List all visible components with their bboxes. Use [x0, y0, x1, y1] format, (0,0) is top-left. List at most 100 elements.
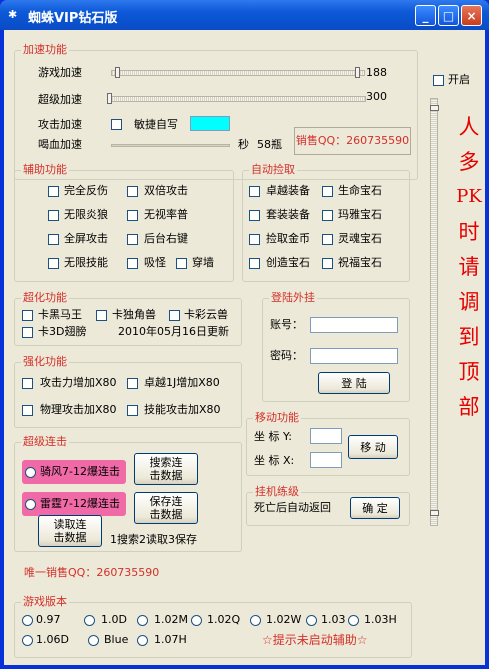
drink-value: 58瓶: [257, 138, 282, 151]
super-checkbox-3[interactable]: [169, 310, 180, 321]
sales-qq-only: 唯一销售QQ：260735590: [24, 566, 160, 579]
pickup-checkbox-2[interactable]: [322, 186, 333, 197]
assist-checkbox-6[interactable]: [127, 234, 138, 245]
sales-qq-text: 销售QQ：260735590: [295, 134, 410, 147]
pickup-checkbox-4[interactable]: [322, 210, 333, 221]
vertical-slider-thumb[interactable]: [430, 105, 439, 111]
assist-checkbox-7[interactable]: [48, 258, 59, 269]
version-label-9: Blue: [104, 633, 129, 646]
afk-confirm-button[interactable]: 确 定: [350, 497, 400, 519]
super-checkbox-2[interactable]: [96, 310, 107, 321]
enhance-title: 强化功能: [21, 355, 69, 369]
notice-char-7: 到: [458, 325, 480, 349]
super-speed-thumb[interactable]: [107, 93, 112, 104]
combo-radio-2[interactable]: [25, 499, 36, 510]
coord-x-input[interactable]: [310, 452, 342, 468]
assist-checkbox-5[interactable]: [48, 234, 59, 245]
pickup-checkbox-8[interactable]: [322, 258, 333, 269]
drink-speed-slider[interactable]: [111, 144, 230, 147]
version-label-8: 1.06D: [36, 633, 69, 646]
pickup-checkbox-7[interactable]: [249, 258, 260, 269]
assist-checkbox-1[interactable]: [48, 186, 59, 197]
coord-y-input[interactable]: [310, 428, 342, 444]
version-radio-1[interactable]: [22, 615, 33, 626]
combo-hint: 1搜索2读取3保存: [110, 533, 197, 546]
version-label-2: 1.0D: [101, 613, 127, 626]
version-radio-3[interactable]: [137, 615, 148, 626]
super-checkbox-4[interactable]: [22, 327, 33, 338]
pickup-checkbox-3[interactable]: [249, 210, 260, 221]
assist-label-1: 完全反伤: [64, 184, 108, 197]
assist-checkbox-8[interactable]: [127, 258, 138, 269]
combo-title: 超级连击: [21, 435, 69, 449]
attack-speed-checkbox[interactable]: [111, 119, 122, 130]
account-input[interactable]: [310, 317, 398, 333]
game-speed-thumb-right[interactable]: [355, 67, 360, 78]
notice-char-5: 请: [458, 255, 480, 279]
enhance-checkbox-1[interactable]: [22, 378, 33, 389]
search-combo-button[interactable]: 搜索连击数据: [134, 453, 198, 485]
enhance-checkbox-4[interactable]: [127, 405, 138, 416]
read-combo-button[interactable]: 读取连击数据: [38, 515, 102, 547]
version-radio-7[interactable]: [348, 615, 359, 626]
enable-label: 开启: [448, 73, 470, 86]
move-button[interactable]: 移 动: [348, 435, 398, 459]
coord-y-label: 坐 标 Y:: [254, 430, 292, 443]
version-label-5: 1.02W: [266, 613, 302, 626]
version-radio-10[interactable]: [137, 635, 148, 646]
password-input[interactable]: [310, 348, 398, 364]
version-radio-4[interactable]: [191, 615, 202, 626]
pickup-label-1: 卓越装备: [266, 184, 310, 197]
enable-checkbox[interactable]: [433, 75, 444, 86]
pickup-checkbox-1[interactable]: [249, 186, 260, 197]
version-label-10: 1.07H: [154, 633, 187, 646]
maximize-button[interactable]: □: [438, 5, 459, 26]
save-combo-button[interactable]: 保存连击数据: [134, 492, 198, 524]
window-title: 蜘蛛VIP钻石版: [28, 11, 118, 26]
pickup-label-5: 捡取金币: [266, 232, 310, 245]
pickup-checkbox-6[interactable]: [322, 234, 333, 245]
assist-label-2: 双倍攻击: [144, 184, 188, 197]
version-radio-9[interactable]: [88, 635, 99, 646]
vertical-slider[interactable]: [430, 98, 438, 526]
account-label: 账号：: [270, 318, 303, 331]
version-label-6: 1.03: [321, 613, 346, 626]
assist-checkbox-4[interactable]: [127, 210, 138, 221]
super-checkbox-1[interactable]: [22, 310, 33, 321]
version-radio-5[interactable]: [250, 615, 261, 626]
main-window: ✱ 蜘蛛VIP钻石版 _ □ × 加速功能 游戏加速 188 超级加速 300 …: [0, 0, 489, 669]
minimize-button[interactable]: _: [415, 5, 436, 26]
version-radio-2[interactable]: [84, 615, 95, 626]
assist-checkbox-2[interactable]: [127, 186, 138, 197]
agile-color-input[interactable]: [190, 116, 230, 131]
super-speed-slider[interactable]: [107, 96, 366, 102]
pickup-checkbox-5[interactable]: [249, 234, 260, 245]
assist-checkbox-9[interactable]: [176, 258, 187, 269]
game-speed-thumb[interactable]: [115, 67, 120, 78]
spider-icon: ✱: [8, 8, 18, 21]
attack-speed-label: 攻击加速: [38, 118, 82, 131]
version-label-3: 1.02M: [154, 613, 188, 626]
coord-x-label: 坐 标 X:: [254, 454, 295, 467]
notice-char-4: 时: [458, 220, 480, 244]
enhance-checkbox-2[interactable]: [127, 378, 138, 389]
title-bar[interactable]: ✱ 蜘蛛VIP钻石版 _ □ ×: [0, 0, 489, 30]
pickup-label-4: 玛雅宝石: [338, 208, 382, 221]
sales-qq-box: 销售QQ：260735590: [294, 127, 411, 155]
assist-checkbox-3[interactable]: [48, 210, 59, 221]
enhance-label-4: 技能攻击加X80: [144, 403, 221, 416]
agile-label: 敏捷自写: [134, 118, 178, 131]
close-button[interactable]: ×: [461, 5, 482, 26]
enhance-checkbox-3[interactable]: [22, 405, 33, 416]
game-speed-label: 游戏加速: [38, 66, 82, 79]
game-speed-slider[interactable]: [111, 70, 365, 76]
combo-radio-1[interactable]: [25, 467, 36, 478]
super-title: 超化功能: [21, 291, 69, 305]
version-radio-8[interactable]: [22, 635, 33, 646]
version-group: 游戏版本: [14, 595, 412, 658]
pickup-label-8: 祝福宝石: [338, 256, 382, 269]
vertical-slider-thumb-bottom[interactable]: [430, 510, 439, 516]
enhance-group: 强化功能: [14, 355, 242, 428]
version-radio-6[interactable]: [306, 615, 317, 626]
login-button[interactable]: 登 陆: [318, 372, 390, 394]
